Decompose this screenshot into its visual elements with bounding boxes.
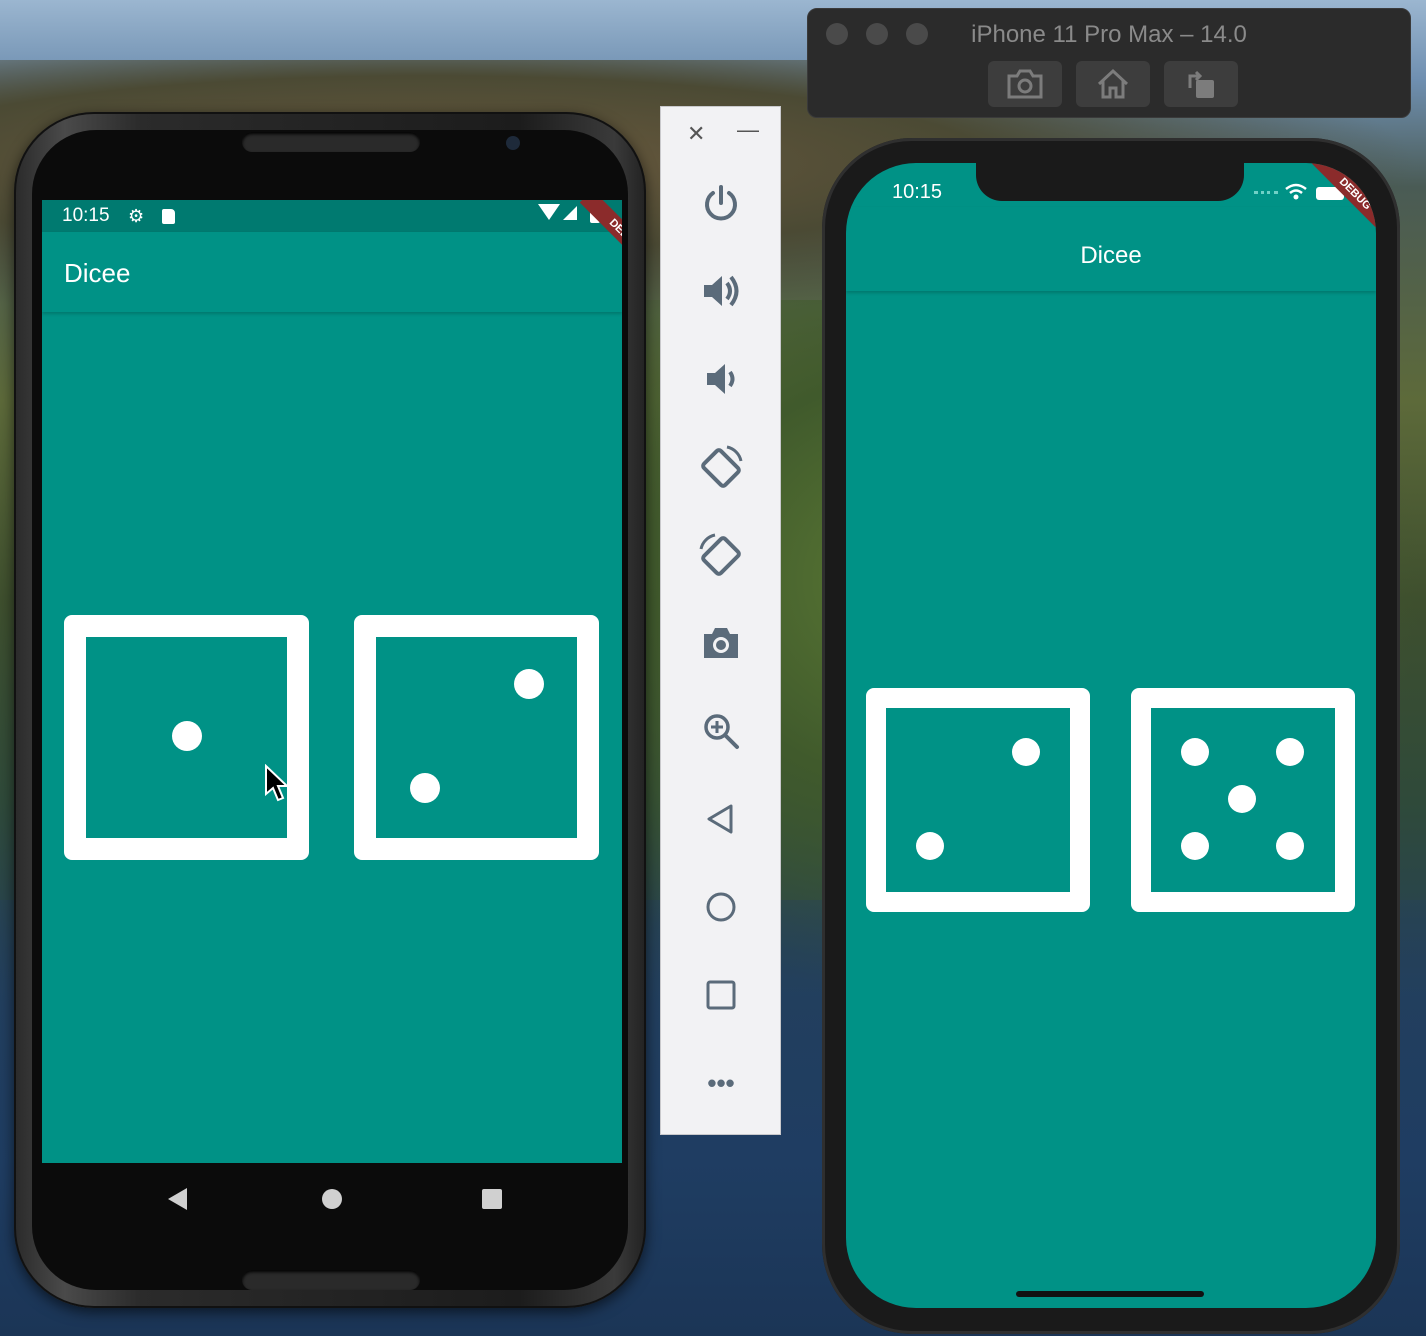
simulator-window-titlebar: iPhone 11 Pro Max – 14.0 xyxy=(807,8,1411,118)
screenshot-icon xyxy=(1007,69,1043,99)
die-pip xyxy=(1276,832,1304,860)
app-title: Dicee xyxy=(64,258,131,288)
rotate-icon xyxy=(1188,70,1214,98)
nav-home-icon[interactable] xyxy=(322,1189,342,1209)
settings-gear-icon: ⚙ xyxy=(128,206,145,226)
mouse-cursor-icon xyxy=(265,764,290,802)
iphone-screen: 10:15 Dicee DEBUG xyxy=(846,163,1376,1308)
overview-icon[interactable] xyxy=(695,969,747,1021)
toolbar-close-button[interactable]: ✕ xyxy=(687,121,705,147)
android-screen: 10:15 ⚙ Dicee DEBUG xyxy=(42,200,622,1163)
die-pip xyxy=(514,669,544,699)
home-button[interactable] xyxy=(1076,61,1150,107)
android-nav-bar xyxy=(42,1163,622,1253)
rotate-right-icon[interactable] xyxy=(695,529,747,581)
android-app-bar: Dicee xyxy=(42,232,622,312)
die-pip xyxy=(410,773,440,803)
rotate-button[interactable] xyxy=(1164,61,1238,107)
android-status-bar: 10:15 ⚙ xyxy=(42,200,622,232)
more-icon[interactable]: ••• xyxy=(695,1057,747,1109)
power-icon[interactable] xyxy=(695,177,747,229)
die-pip xyxy=(1181,738,1209,766)
status-time: 10:15 xyxy=(62,205,110,226)
wifi-icon xyxy=(538,204,560,220)
android-top-speaker xyxy=(242,132,420,152)
android-device-frame: 10:15 ⚙ Dicee DEBUG xyxy=(14,112,646,1308)
iphone-notch xyxy=(976,163,1244,201)
simulator-title: iPhone 11 Pro Max – 14.0 xyxy=(971,21,1247,48)
left-die-button[interactable] xyxy=(866,688,1090,912)
zoom-icon[interactable] xyxy=(695,705,747,757)
android-bottom-speaker xyxy=(242,1270,420,1290)
right-die-button[interactable] xyxy=(354,615,599,860)
right-die-button[interactable] xyxy=(1131,688,1355,912)
rotate-left-icon[interactable] xyxy=(695,441,747,493)
home-icon xyxy=(1097,68,1129,99)
nav-recents-icon[interactable] xyxy=(482,1189,502,1209)
sd-card-icon xyxy=(162,209,175,224)
signal-icon xyxy=(1254,191,1278,198)
nav-back-icon[interactable] xyxy=(168,1188,187,1210)
status-time: 10:15 xyxy=(892,181,943,203)
app-title: Dicee xyxy=(1080,242,1142,269)
ios-app-bar: Dicee xyxy=(846,207,1376,291)
volume-down-icon[interactable] xyxy=(695,353,747,405)
home-icon[interactable] xyxy=(695,881,747,933)
signal-icon xyxy=(563,206,577,220)
more-label: ••• xyxy=(707,1067,735,1098)
left-die-button[interactable] xyxy=(64,615,309,860)
die-pip xyxy=(1228,785,1256,813)
die-pip xyxy=(172,721,202,751)
die-pip xyxy=(916,832,944,860)
android-front-camera xyxy=(506,136,520,150)
wifi-icon xyxy=(1284,183,1308,206)
volume-up-icon[interactable] xyxy=(695,265,747,317)
camera-icon[interactable] xyxy=(695,617,747,669)
home-indicator[interactable] xyxy=(1016,1291,1204,1297)
emulator-toolbar: ✕ — ••• xyxy=(660,106,781,1135)
screenshot-button[interactable] xyxy=(988,61,1062,107)
die-pip xyxy=(1276,738,1304,766)
die-pip xyxy=(1181,832,1209,860)
toolbar-minimize-button[interactable]: — xyxy=(737,117,759,143)
back-icon[interactable] xyxy=(695,793,747,845)
die-pip xyxy=(1012,738,1040,766)
